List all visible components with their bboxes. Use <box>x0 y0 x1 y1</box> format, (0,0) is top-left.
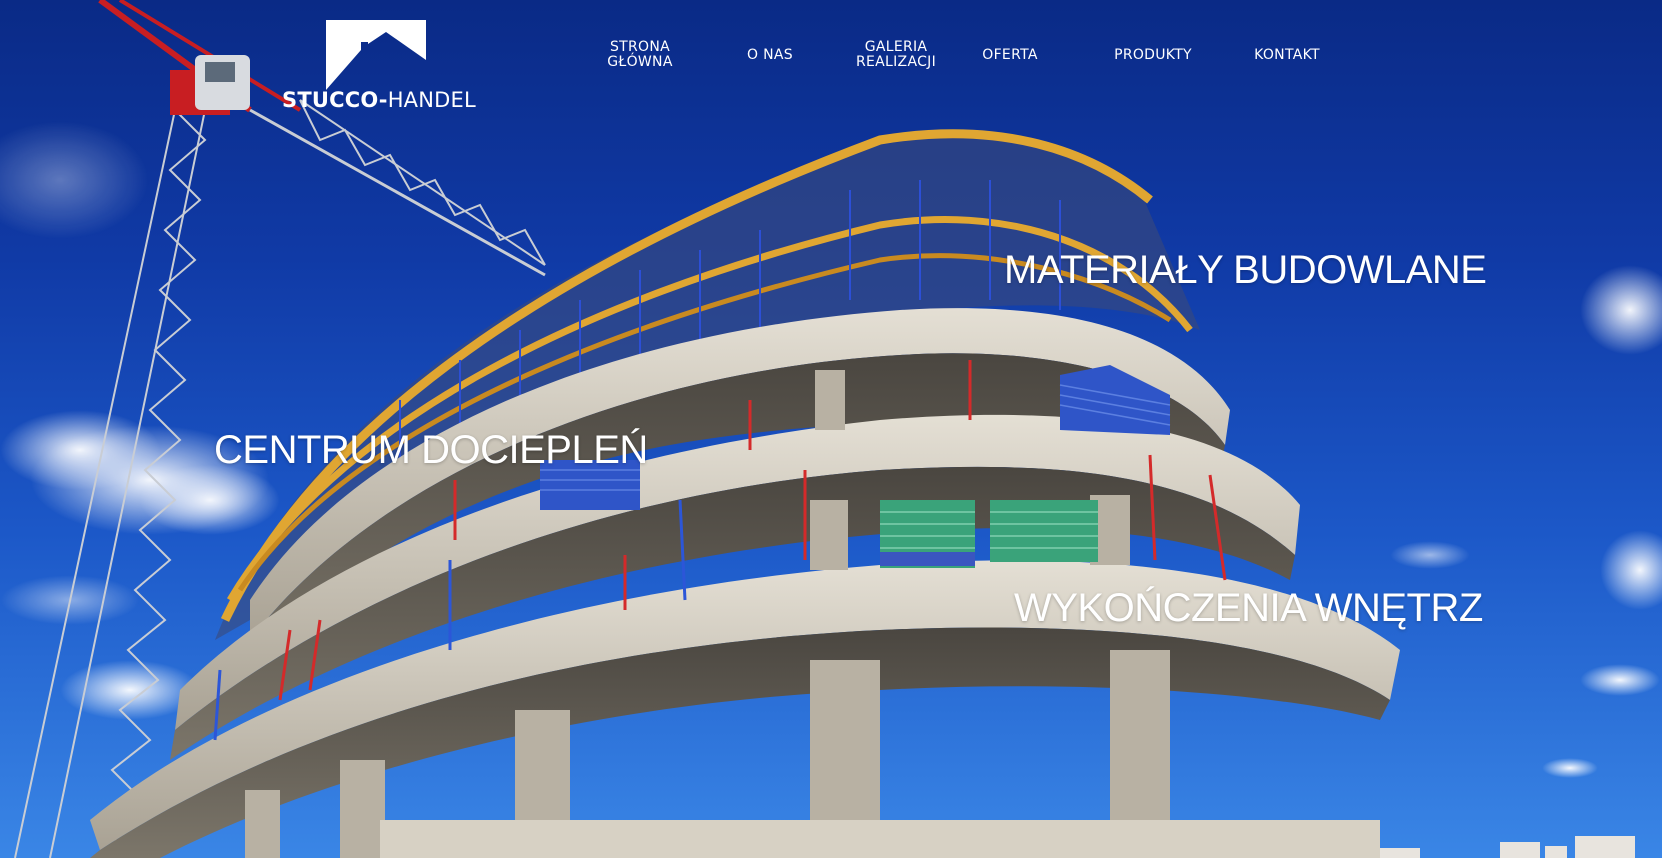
nav-item-strona-glowna[interactable]: STRONA GŁÓWNA <box>580 40 700 70</box>
hero-link-materialy-budowlane[interactable]: MATERIAŁY BUDOWLANE <box>1004 248 1487 293</box>
house-roof-logo-icon <box>326 20 426 90</box>
logo-brand-light: HANDEL <box>387 88 476 112</box>
nav-item-oferta[interactable]: OFERTA <box>950 48 1070 63</box>
nav-item-produkty[interactable]: PRODUKTY <box>1093 48 1213 63</box>
nav-item-kontakt[interactable]: KONTAKT <box>1227 48 1347 63</box>
distant-city <box>1380 836 1635 858</box>
logo-brand-bold: STUCCO- <box>282 88 388 112</box>
site-logo[interactable]: STUCCO-HANDEL <box>278 18 488 118</box>
nav-item-galeria-realizacji[interactable]: GALERIA REALIZACJI <box>836 40 956 70</box>
logo-wordmark: STUCCO-HANDEL <box>282 90 476 111</box>
hero-link-centrum-docieplen[interactable]: CENTRUM DOCIEPLEŃ <box>214 428 648 473</box>
nav-item-o-nas[interactable]: O NAS <box>710 48 830 63</box>
lower-frame <box>380 820 1380 858</box>
hero-link-wykonczenia-wnetrz[interactable]: WYKOŃCZENIA WNĘTRZ <box>1014 586 1483 631</box>
floor-slabs <box>90 308 1400 858</box>
crane-cab <box>170 55 250 115</box>
main-navigation: STRONA GŁÓWNA O NAS GALERIA REALIZACJI O… <box>580 40 1360 90</box>
